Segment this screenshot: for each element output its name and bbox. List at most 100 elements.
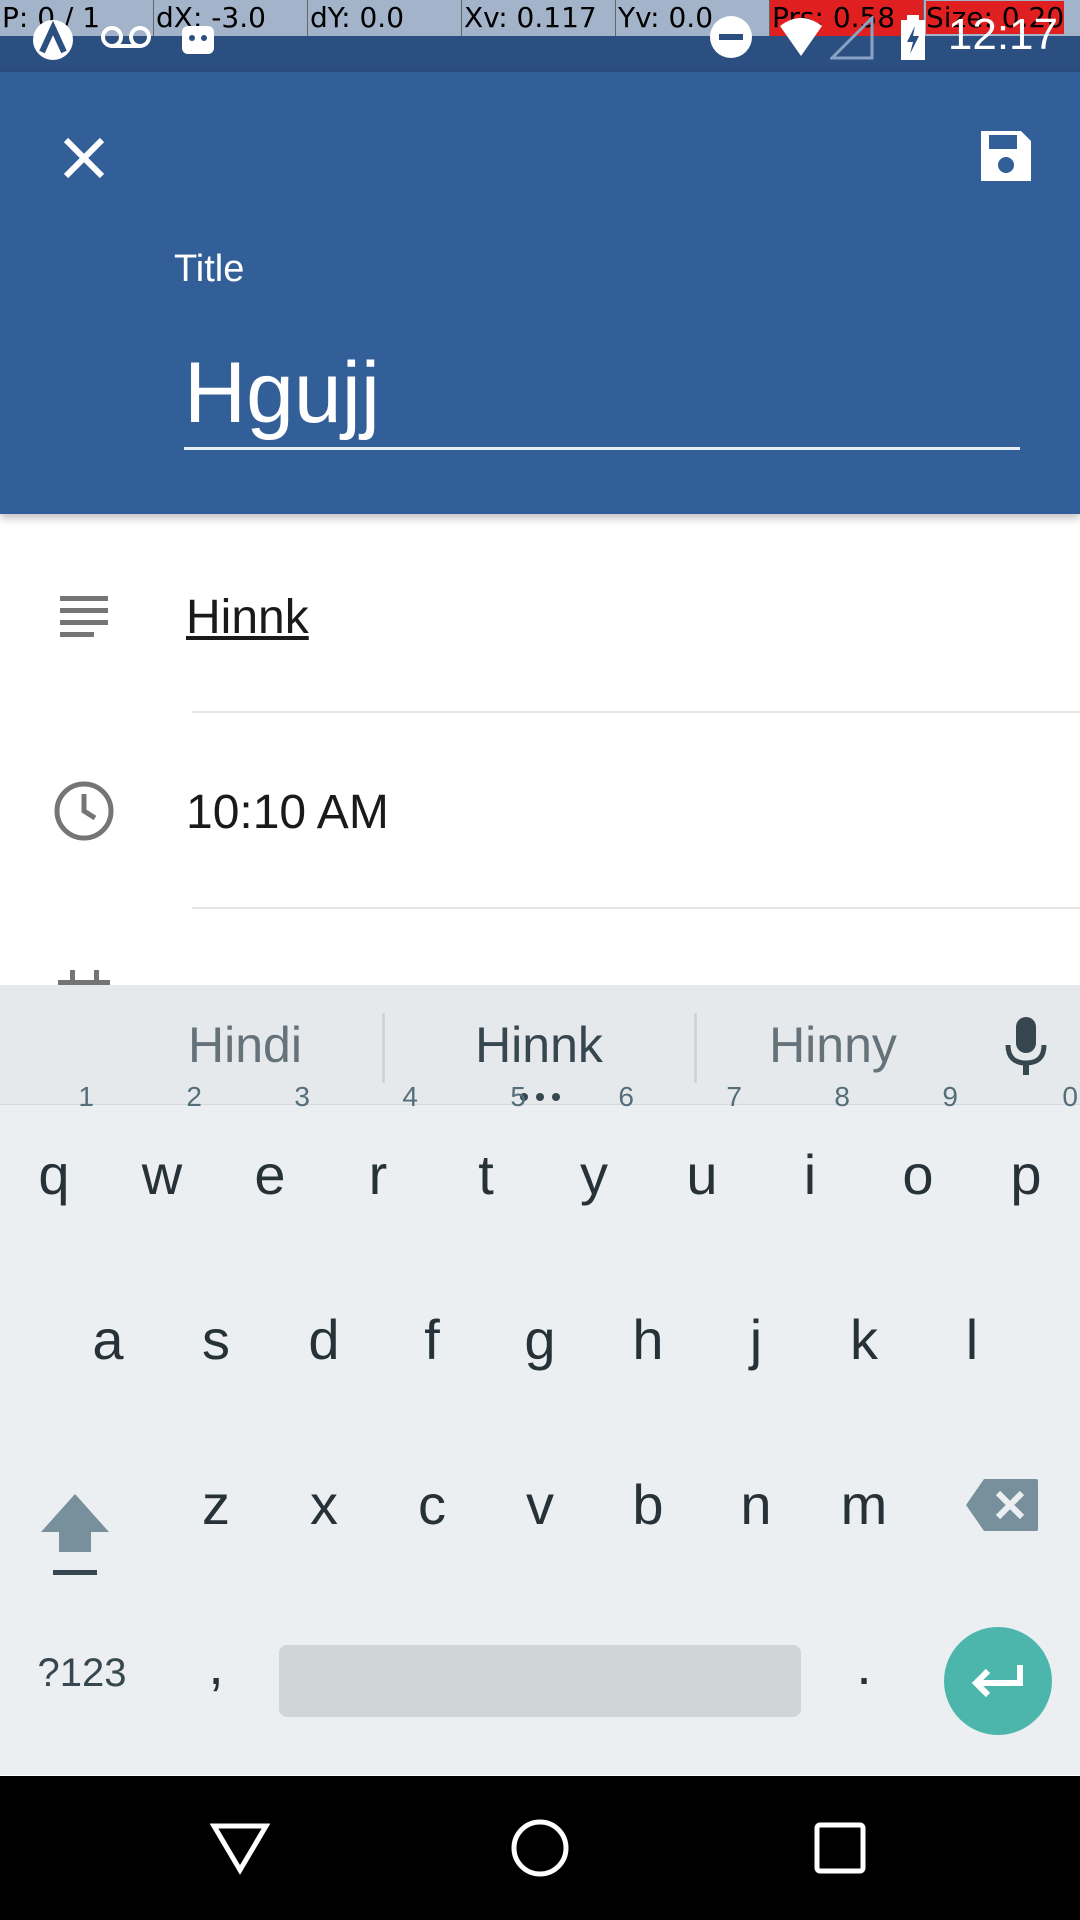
status-clock: 12:17 bbox=[947, 10, 1058, 59]
divider bbox=[192, 711, 1080, 713]
save-icon bbox=[981, 131, 1031, 181]
signal-icon bbox=[830, 16, 874, 60]
key-g[interactable]: g bbox=[486, 1300, 594, 1380]
soft-keyboard: Hindi Hinnk Hinny q1 w2 e3 r4 t5 y6 u7 i… bbox=[0, 985, 1080, 1775]
battery-charging-icon bbox=[901, 15, 925, 60]
key-i-label: i bbox=[803, 1143, 817, 1206]
save-button[interactable] bbox=[970, 120, 1042, 192]
key-h[interactable]: h bbox=[594, 1300, 702, 1380]
key-u-label: u bbox=[686, 1143, 718, 1206]
key-r-label: r bbox=[368, 1143, 388, 1206]
home-button[interactable] bbox=[504, 1812, 576, 1884]
backspace-key[interactable] bbox=[960, 1465, 1044, 1545]
key-w-hint: 2 bbox=[186, 1081, 202, 1112]
key-q-label: q bbox=[38, 1143, 70, 1206]
title-input[interactable] bbox=[184, 340, 1020, 450]
recents-button[interactable] bbox=[804, 1812, 876, 1884]
key-b[interactable]: b bbox=[594, 1465, 702, 1545]
status-bar: P: 0 / 1 dX: -3.0 dY: 0.0 Xv: 0.117 Yv: … bbox=[0, 0, 1080, 72]
key-y-label: y bbox=[580, 1143, 608, 1206]
pointer-dy: dY: 0.0 bbox=[307, 0, 461, 36]
android-icon bbox=[182, 26, 214, 54]
key-s[interactable]: s bbox=[162, 1300, 270, 1380]
key-w-label: w bbox=[141, 1143, 183, 1206]
close-icon bbox=[63, 137, 105, 179]
key-u[interactable]: u7 bbox=[648, 1083, 756, 1215]
period-key[interactable]: . bbox=[810, 1625, 918, 1705]
key-z[interactable]: z bbox=[162, 1465, 270, 1545]
key-t-hint: 5 bbox=[510, 1081, 526, 1112]
key-r-hint: 4 bbox=[402, 1081, 418, 1112]
description-field[interactable]: Hinnk bbox=[186, 590, 309, 645]
key-p-hint: 0 bbox=[1062, 1081, 1078, 1112]
notes-icon bbox=[60, 596, 108, 637]
key-i-hint: 8 bbox=[834, 1081, 850, 1112]
key-o-label: o bbox=[902, 1143, 934, 1206]
key-m[interactable]: m bbox=[810, 1465, 918, 1545]
pointer-dx: dX: -3.0 bbox=[153, 0, 307, 36]
key-q-hint: 1 bbox=[78, 1081, 94, 1112]
key-u-hint: 7 bbox=[726, 1081, 742, 1112]
key-f[interactable]: f bbox=[378, 1300, 486, 1380]
voice-input-button[interactable] bbox=[990, 1007, 1062, 1087]
navigation-bar bbox=[0, 1776, 1080, 1920]
mic-icon bbox=[1005, 1017, 1047, 1075]
wifi-icon bbox=[780, 18, 822, 56]
suggestion-separator bbox=[382, 1013, 385, 1083]
key-a[interactable]: a bbox=[54, 1300, 162, 1380]
key-e-label: e bbox=[254, 1143, 286, 1206]
key-t-label: t bbox=[478, 1143, 494, 1206]
key-r[interactable]: r4 bbox=[324, 1083, 432, 1215]
key-o[interactable]: o9 bbox=[864, 1083, 972, 1215]
clock-icon bbox=[54, 781, 114, 841]
key-p-label: p bbox=[1010, 1143, 1042, 1206]
divider bbox=[192, 907, 1080, 909]
key-n[interactable]: n bbox=[702, 1465, 810, 1545]
suggestion-2[interactable]: Hinnk bbox=[434, 1005, 644, 1085]
close-button[interactable] bbox=[48, 122, 120, 194]
key-t[interactable]: t5 bbox=[432, 1083, 540, 1215]
key-p[interactable]: p0 bbox=[972, 1083, 1080, 1215]
back-button[interactable] bbox=[204, 1812, 276, 1884]
shift-key[interactable] bbox=[30, 1485, 120, 1585]
date-row-icon bbox=[48, 960, 120, 985]
symbols-key[interactable]: ?123 bbox=[22, 1633, 142, 1713]
enter-key[interactable] bbox=[944, 1627, 1052, 1735]
key-e-hint: 3 bbox=[294, 1081, 310, 1112]
suggestion-3[interactable]: Hinny bbox=[728, 1005, 938, 1085]
title-label: Title bbox=[174, 248, 245, 290]
suggestion-1[interactable]: Hindi bbox=[140, 1005, 350, 1085]
enter-icon bbox=[971, 1665, 1023, 1698]
comma-key[interactable]: , bbox=[162, 1625, 270, 1705]
edit-header: Title bbox=[0, 72, 1080, 514]
key-e[interactable]: e3 bbox=[216, 1083, 324, 1215]
do-not-disturb-icon bbox=[710, 16, 752, 58]
key-l[interactable]: l bbox=[918, 1300, 1026, 1380]
key-x[interactable]: x bbox=[270, 1465, 378, 1545]
key-j[interactable]: j bbox=[702, 1300, 810, 1380]
key-y-hint: 6 bbox=[618, 1081, 634, 1112]
shift-icon bbox=[41, 1494, 109, 1575]
time-row-icon bbox=[48, 775, 120, 847]
description-row-icon bbox=[48, 580, 120, 652]
calendar-icon bbox=[58, 970, 110, 985]
space-key[interactable] bbox=[279, 1645, 801, 1717]
pointer-xv: Xv: 0.117 bbox=[461, 0, 615, 36]
key-d[interactable]: d bbox=[270, 1300, 378, 1380]
suggestion-separator bbox=[694, 1013, 697, 1083]
key-y[interactable]: y6 bbox=[540, 1083, 648, 1215]
key-o-hint: 9 bbox=[942, 1081, 958, 1112]
back-icon bbox=[210, 1823, 270, 1875]
app-notification-icon bbox=[33, 20, 73, 60]
key-c[interactable]: c bbox=[378, 1465, 486, 1545]
voicemail-icon bbox=[101, 26, 151, 48]
backspace-icon bbox=[966, 1479, 1038, 1531]
time-field[interactable]: 10:10 AM bbox=[186, 785, 389, 840]
recents-icon bbox=[814, 1822, 866, 1874]
key-k[interactable]: k bbox=[810, 1300, 918, 1380]
key-q[interactable]: q1 bbox=[0, 1083, 108, 1215]
key-v[interactable]: v bbox=[486, 1465, 594, 1545]
suggestion-strip: Hindi Hinnk Hinny bbox=[0, 985, 1080, 1105]
key-i[interactable]: i8 bbox=[756, 1083, 864, 1215]
key-w[interactable]: w2 bbox=[108, 1083, 216, 1215]
